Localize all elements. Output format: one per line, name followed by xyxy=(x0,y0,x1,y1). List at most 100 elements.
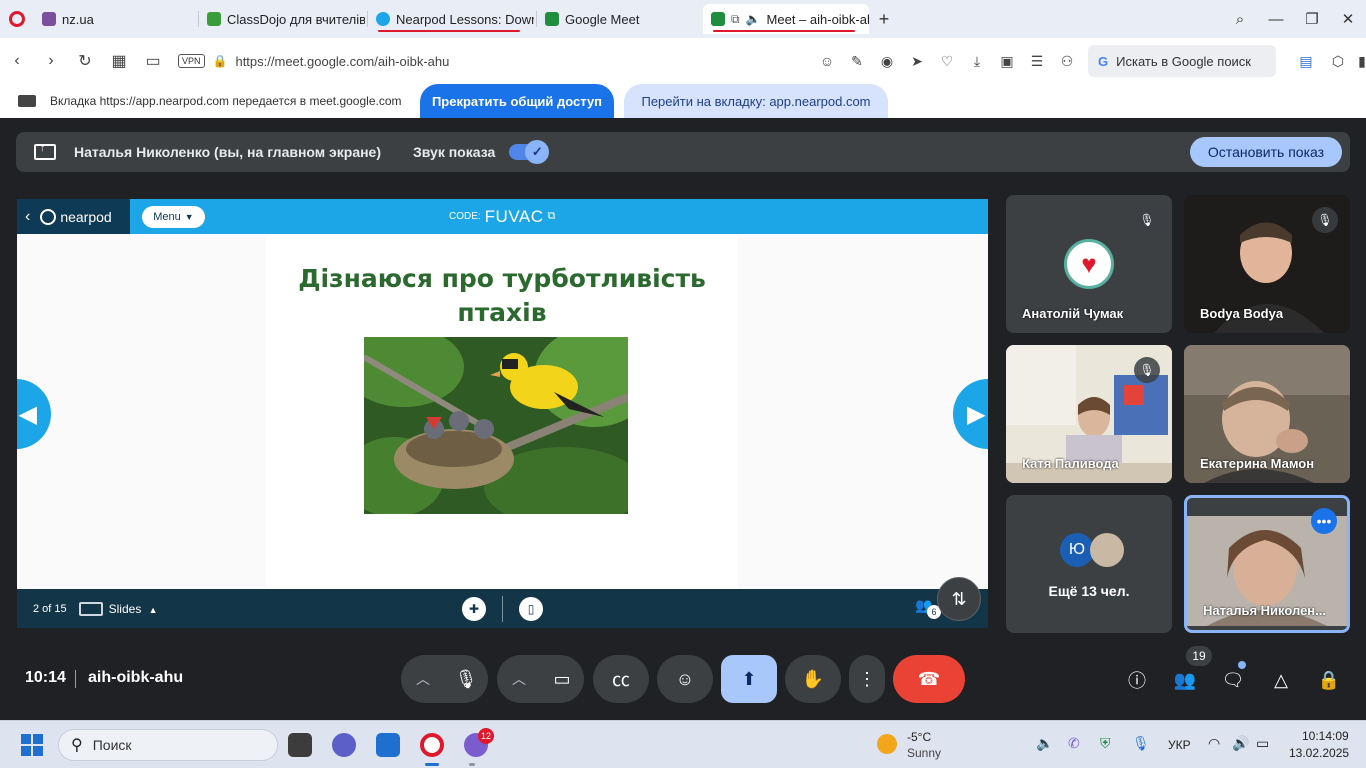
forward-button[interactable]: › xyxy=(34,52,68,70)
microphone-button[interactable]: 🎙 xyxy=(444,655,488,703)
more-options-icon[interactable]: ••• xyxy=(1311,508,1337,534)
self-participant-tile[interactable]: ••• Наталья Николен... xyxy=(1184,495,1350,633)
external-link-icon[interactable]: ⧉ xyxy=(548,210,556,223)
tab-nearpod[interactable]: Nearpod Lessons: Downlo xyxy=(368,4,534,34)
account-icon[interactable]: ⚇ xyxy=(1052,53,1082,70)
close-window-button[interactable]: ✕ xyxy=(1330,10,1366,28)
present-screen-icon xyxy=(34,142,56,160)
weather-sun-icon[interactable] xyxy=(877,734,897,754)
presenting-bar: Наталья Николенко (вы, на главном экране… xyxy=(16,132,1350,172)
meeting-info-icon[interactable]: ⓘ xyxy=(1123,666,1151,694)
present-screen-icon: ⬆ xyxy=(741,668,757,689)
back-icon[interactable]: ‹ xyxy=(25,208,30,226)
participant-tile[interactable]: 🎙 Bodya Bodya xyxy=(1184,195,1350,333)
new-tab-button[interactable]: + xyxy=(871,9,897,30)
opera-taskbar-icon[interactable] xyxy=(420,733,444,757)
teams-chat-icon[interactable] xyxy=(332,733,356,757)
participant-tile[interactable]: Екатерина Мамон xyxy=(1184,345,1350,483)
sound-label: Звук показа xyxy=(413,144,496,160)
reactions-button[interactable]: ☺ xyxy=(657,655,713,703)
avatar: Ю xyxy=(1060,533,1094,567)
host-controls-icon[interactable]: 🔒 xyxy=(1315,666,1343,694)
check-icon: ✓ xyxy=(525,140,550,164)
audio-options-button[interactable]: ︿ xyxy=(401,655,445,703)
participant-tile[interactable]: 🎙 Катя Паливода xyxy=(1006,345,1172,483)
go-to-tab-button[interactable]: Перейти на вкладку: app.nearpod.com xyxy=(624,84,888,118)
battery-icon[interactable]: ▭ xyxy=(1256,735,1269,752)
scrollbar[interactable]: ▮ xyxy=(1354,53,1366,70)
browser-tab-bar: nz.ua ClassDojo для вчителів Nearpod Les… xyxy=(0,0,1366,38)
participant-tile[interactable]: ♥ 🎙 Анатолій Чумак xyxy=(1006,195,1172,333)
extensions-icon[interactable]: ⬡ xyxy=(1322,53,1354,70)
heart-icon[interactable]: ♡ xyxy=(932,53,962,70)
viber-tray-icon[interactable]: ✆ xyxy=(1068,735,1080,752)
tab-meet-active[interactable]: ⧉ 🔈 Meet – aih-oibk-al xyxy=(703,4,869,34)
windows-start-icon[interactable] xyxy=(21,734,43,756)
leave-call-button[interactable]: ☎ xyxy=(893,655,965,703)
activities-icon[interactable]: △ xyxy=(1267,666,1295,694)
microphone-tray-icon[interactable]: 🎙 xyxy=(1132,735,1150,752)
slides-toggle[interactable]: Slides ▲ xyxy=(109,602,158,616)
taskbar-search[interactable]: ⚲ Поиск xyxy=(58,729,278,761)
video-options-button[interactable]: ︿ xyxy=(497,655,541,703)
send-icon[interactable]: ➤ xyxy=(902,53,932,70)
next-slide-button[interactable]: ▶ xyxy=(953,379,988,449)
taskbar-time[interactable]: 10:14:09 xyxy=(1302,729,1349,743)
slides-icon[interactable] xyxy=(78,601,103,616)
cast-icon[interactable]: ▣ xyxy=(992,53,1022,70)
snapshot-icon[interactable]: ◉ xyxy=(872,53,902,70)
security-icon[interactable]: ⛨ xyxy=(1100,735,1111,752)
restore-button[interactable]: ❐ xyxy=(1294,10,1330,28)
google-search-field[interactable]: G Искать в Google поиск xyxy=(1088,45,1276,77)
vertical-dots-icon: ⋮ xyxy=(858,668,876,689)
reload-button[interactable]: ↻ xyxy=(68,51,102,71)
camera-button[interactable]: ▭ xyxy=(540,655,584,703)
activities-icon[interactable]: ✚ xyxy=(462,597,486,621)
chevron-up-icon: ︿ xyxy=(416,671,430,687)
language-indicator[interactable]: УКР xyxy=(1168,738,1191,752)
present-button[interactable]: ⬆ xyxy=(721,655,777,703)
lock-icon: 🔒 xyxy=(212,54,228,68)
tab-classdojo[interactable]: ClassDojo для вчителів xyxy=(199,4,365,34)
store-icon[interactable] xyxy=(376,733,400,757)
more-participants-tile[interactable]: Ю Ещё 13 чел. xyxy=(1006,495,1172,633)
more-options-button[interactable]: ⋮ xyxy=(849,655,885,703)
camera-icon[interactable]: ▭ xyxy=(136,51,170,71)
opera-logo-icon[interactable] xyxy=(0,11,34,27)
url-field[interactable]: https://meet.google.com/aih-oibk-ahu xyxy=(235,54,449,69)
nearpod-menu-button[interactable]: Menu ▼ xyxy=(142,206,205,228)
stop-presenting-button[interactable]: Остановить показ xyxy=(1190,137,1342,167)
speed-dial-icon[interactable]: ▦ xyxy=(102,51,136,71)
vpn-badge[interactable]: VPN xyxy=(178,54,205,68)
task-view-icon[interactable] xyxy=(288,733,312,757)
swap-layout-button[interactable]: ⇅ xyxy=(937,577,981,621)
download-icon[interactable]: ⤓ xyxy=(962,53,992,70)
avatar xyxy=(1090,533,1124,567)
volume-mute-icon[interactable]: 🔈 xyxy=(1036,735,1053,752)
search-tabs-icon[interactable]: ⌕ xyxy=(1222,11,1258,28)
edit-icon[interactable]: ✎ xyxy=(842,53,872,70)
raise-hand-button[interactable]: ✋ xyxy=(785,655,841,703)
bookmark-icon[interactable]: ▯ xyxy=(519,597,543,621)
sidebar-toggle-icon[interactable]: ▤ xyxy=(1290,53,1322,70)
emoji-icon[interactable]: ☺ xyxy=(812,53,842,69)
wifi-icon[interactable]: ◠ xyxy=(1208,735,1220,752)
tab-google-meet[interactable]: Google Meet xyxy=(537,4,701,34)
people-icon[interactable]: 👥 xyxy=(1171,666,1199,694)
stop-sharing-button[interactable]: Прекратить общий доступ xyxy=(420,84,614,118)
taskbar-date[interactable]: 13.02.2025 xyxy=(1289,746,1349,760)
minimize-button[interactable]: — xyxy=(1258,11,1294,28)
captions-button[interactable]: ㏄ xyxy=(593,655,649,703)
speaker-icon[interactable]: 🔊 xyxy=(1232,735,1249,752)
tab-nzua[interactable]: nz.ua xyxy=(34,4,196,34)
students-button[interactable]: 👥 6 xyxy=(915,597,941,619)
hand-icon: ✋ xyxy=(801,668,825,689)
easy-setup-icon[interactable]: ☰ xyxy=(1022,53,1052,70)
emoji-icon: ☺ xyxy=(675,668,695,689)
previous-slide-button[interactable]: ◀ xyxy=(17,379,51,449)
bird-nest-photo xyxy=(364,337,628,514)
chat-icon[interactable]: 🗨 xyxy=(1219,666,1247,694)
hangup-icon: ☎ xyxy=(917,668,941,689)
sound-toggle[interactable]: ✓ xyxy=(509,140,550,164)
back-button[interactable]: ‹ xyxy=(0,52,34,70)
